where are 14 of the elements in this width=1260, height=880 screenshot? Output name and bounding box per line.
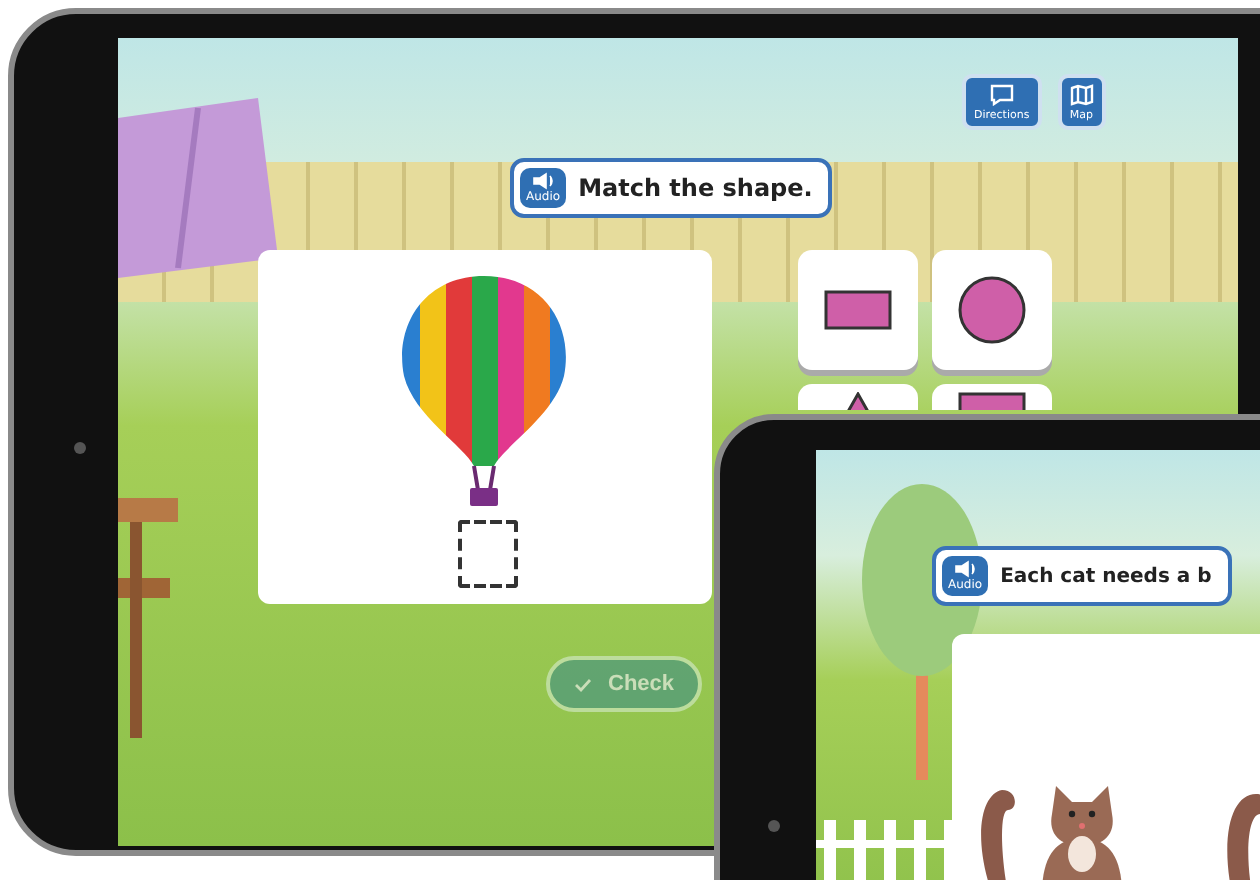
rectangle-shape <box>824 290 892 330</box>
instruction-text: Each cat needs a b <box>1000 565 1212 587</box>
map-icon <box>1069 83 1094 105</box>
speaker-icon <box>531 172 556 190</box>
shape-tile[interactable] <box>932 250 1052 370</box>
shape-tile[interactable] <box>932 384 1052 410</box>
speaker-icon <box>953 560 978 578</box>
instruction-text: Match the shape. <box>578 174 813 202</box>
speech-bubble-icon <box>989 83 1014 105</box>
checkmark-icon <box>574 677 592 691</box>
shape-tile[interactable] <box>798 250 918 370</box>
circle-shape <box>956 274 1028 346</box>
drop-target[interactable] <box>458 520 518 588</box>
shape-tile[interactable] <box>798 384 918 410</box>
